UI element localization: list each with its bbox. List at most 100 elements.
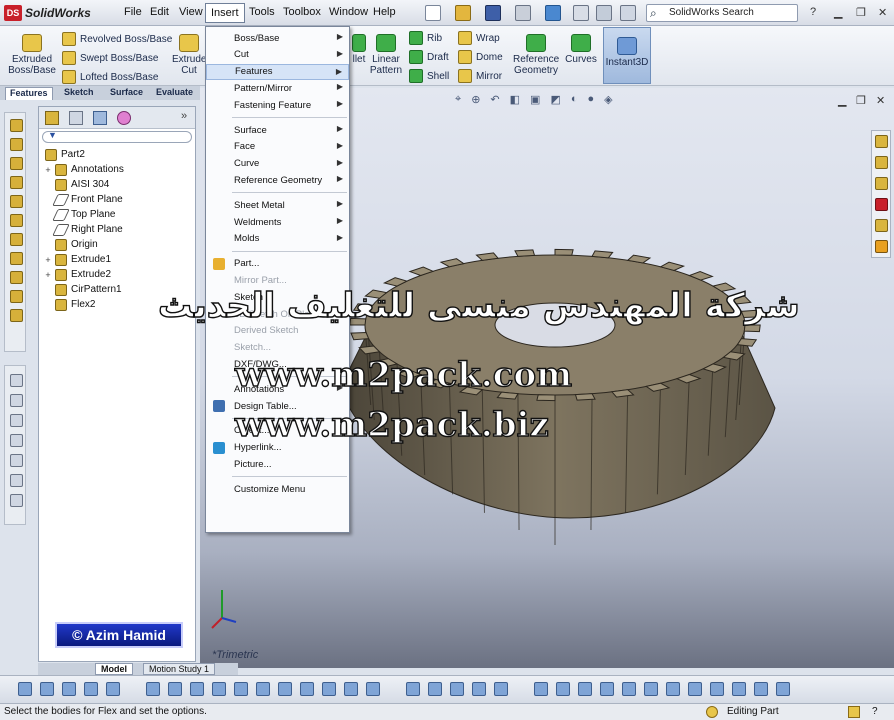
expand-toggle[interactable]: + [43, 165, 53, 175]
rib-button[interactable]: Rib [409, 31, 442, 45]
linear-pattern-button[interactable]: Linear Pattern [369, 34, 403, 76]
menu-item-surface[interactable]: Surface ▶ [206, 122, 349, 138]
extruded-boss-button[interactable]: Extruded Boss/Base [8, 34, 56, 76]
fillet-tool-icon[interactable] [10, 214, 23, 227]
cut-tool-icon[interactable] [10, 195, 23, 208]
menu-item-sheet-metal[interactable]: Sheet Metal ▶ [206, 197, 349, 213]
configuration-manager-tab-icon[interactable] [93, 111, 107, 125]
back-icon[interactable] [688, 682, 702, 696]
menu-item-curve[interactable]: Curve ▶ [206, 156, 349, 172]
section-view-icon[interactable]: ◧ [510, 93, 520, 106]
copy-icon[interactable] [10, 394, 23, 407]
property-manager-tab-icon[interactable] [69, 111, 83, 125]
tab-motion-study[interactable]: Motion Study 1 [143, 663, 216, 675]
file-explorer-icon[interactable] [875, 177, 888, 190]
open-folder-icon[interactable] [455, 5, 471, 21]
menu-view[interactable]: View [179, 6, 203, 18]
tree-node[interactable]: Origin [43, 237, 98, 252]
tree-node[interactable]: Top Plane [43, 207, 115, 222]
spell-check-icon[interactable] [146, 682, 160, 696]
zoom-to-fit-icon[interactable]: ⌖ [455, 93, 461, 106]
tab-features[interactable]: Features [5, 87, 53, 100]
design-library-icon[interactable] [875, 156, 888, 169]
isometric-icon[interactable] [732, 682, 746, 696]
box-icon[interactable] [494, 682, 508, 696]
menu-toolbox[interactable]: Toolbox [283, 6, 321, 18]
tree-root[interactable]: Part2 [43, 147, 85, 162]
menu-item-picture[interactable]: Picture... [206, 456, 349, 472]
save-icon[interactable] [485, 5, 501, 21]
menu-item-molds[interactable]: Molds ▶ [206, 231, 349, 247]
normal-to-icon[interactable] [754, 682, 768, 696]
expand-panel-icon[interactable]: » [181, 110, 187, 122]
checker-icon[interactable] [322, 682, 336, 696]
top-icon[interactable] [600, 682, 614, 696]
display-wire-icon[interactable] [84, 682, 98, 696]
tree-node[interactable]: AISI 304 [43, 177, 109, 192]
revolve-tool-icon[interactable] [10, 176, 23, 189]
rebuild-icon[interactable] [596, 5, 612, 21]
menu-item-fastening-feature[interactable]: Fastening Feature ▶ [206, 97, 349, 113]
restore-icon[interactable]: ❐ [856, 6, 866, 19]
viewport-restore-icon[interactable]: ❐ [856, 94, 866, 107]
hole-tool-icon[interactable] [10, 252, 23, 265]
tags-icon[interactable] [848, 706, 860, 718]
tree-node[interactable]: + Extrude1 [43, 252, 111, 267]
feature-manager-tab-icon[interactable] [45, 111, 59, 125]
close-icon[interactable]: ✕ [878, 6, 887, 19]
menu-item-pattern-mirror[interactable]: Pattern/Mirror ▶ [206, 80, 349, 96]
view-orientation-icon[interactable]: ▣ [530, 93, 540, 106]
menu-item-face[interactable]: Face ▶ [206, 139, 349, 155]
menu-item-reference-geometry[interactable]: Reference Geometry ▶ [206, 172, 349, 188]
feature-x-icon[interactable] [406, 682, 420, 696]
menu-insert[interactable]: Insert [205, 3, 245, 23]
menu-help[interactable]: Help [373, 6, 396, 18]
instant3d-button[interactable]: Instant3D [603, 27, 651, 84]
section-icon[interactable] [212, 682, 226, 696]
trim-icon[interactable] [10, 454, 23, 467]
options-icon[interactable] [620, 5, 636, 21]
stop-icon[interactable] [366, 682, 380, 696]
formula-icon[interactable] [278, 682, 292, 696]
check-icon[interactable] [344, 682, 358, 696]
menu-item-features[interactable]: Features ▶ [206, 63, 349, 80]
menu-item-cut[interactable]: Cut ▶ [206, 47, 349, 63]
expand-toggle[interactable]: + [43, 270, 53, 280]
reference-geometry-button[interactable]: Reference Geometry [513, 34, 559, 76]
wrap-button[interactable]: Wrap [458, 31, 500, 45]
select-icon[interactable] [573, 5, 589, 21]
rotate-icon[interactable] [10, 414, 23, 427]
view-pan-icon[interactable] [40, 682, 54, 696]
help-icon[interactable]: ? [872, 706, 878, 717]
tab-evaluate[interactable]: Evaluate [152, 87, 197, 100]
new-document-icon[interactable] [425, 5, 441, 21]
menu-tools[interactable]: Tools [249, 6, 275, 18]
fillet-button[interactable]: llet [350, 34, 368, 65]
view-selector-icon[interactable] [776, 682, 790, 696]
sketch-tool-icon[interactable] [10, 119, 23, 132]
zoom-area-icon[interactable]: ⊕ [471, 93, 480, 106]
display-hidden-icon[interactable] [106, 682, 120, 696]
tree-node[interactable]: + Extrude2 [43, 267, 111, 282]
iso-icon[interactable] [556, 682, 570, 696]
menu-item-part[interactable]: Part... [206, 256, 349, 272]
lofted-boss-button[interactable]: Lofted Boss/Base [62, 70, 158, 84]
tree-node[interactable]: + Annotations [43, 162, 124, 177]
tab-sketch[interactable]: Sketch [60, 87, 98, 100]
mirror-button[interactable]: Mirror [458, 69, 502, 83]
menu-item-boss-base[interactable]: Boss/Base ▶ [206, 30, 349, 46]
point-icon[interactable] [450, 682, 464, 696]
viewport-minimize-icon[interactable]: ▁ [838, 94, 846, 107]
display-style-icon[interactable]: ◩ [550, 93, 560, 106]
arrow-icon[interactable] [472, 682, 486, 696]
line-icon[interactable] [428, 682, 442, 696]
view-palette-icon[interactable] [875, 219, 888, 232]
shell-tool-icon[interactable] [10, 290, 23, 303]
tree-node[interactable]: CirPattern1 [43, 282, 122, 297]
appearance-icon[interactable]: ● [588, 93, 595, 106]
plane-tool-icon[interactable] [10, 309, 23, 322]
tree-node[interactable]: Flex2 [43, 297, 95, 312]
left-icon[interactable] [644, 682, 658, 696]
draft-button[interactable]: Draft [409, 50, 449, 64]
tab-surface[interactable]: Surface [106, 87, 147, 100]
